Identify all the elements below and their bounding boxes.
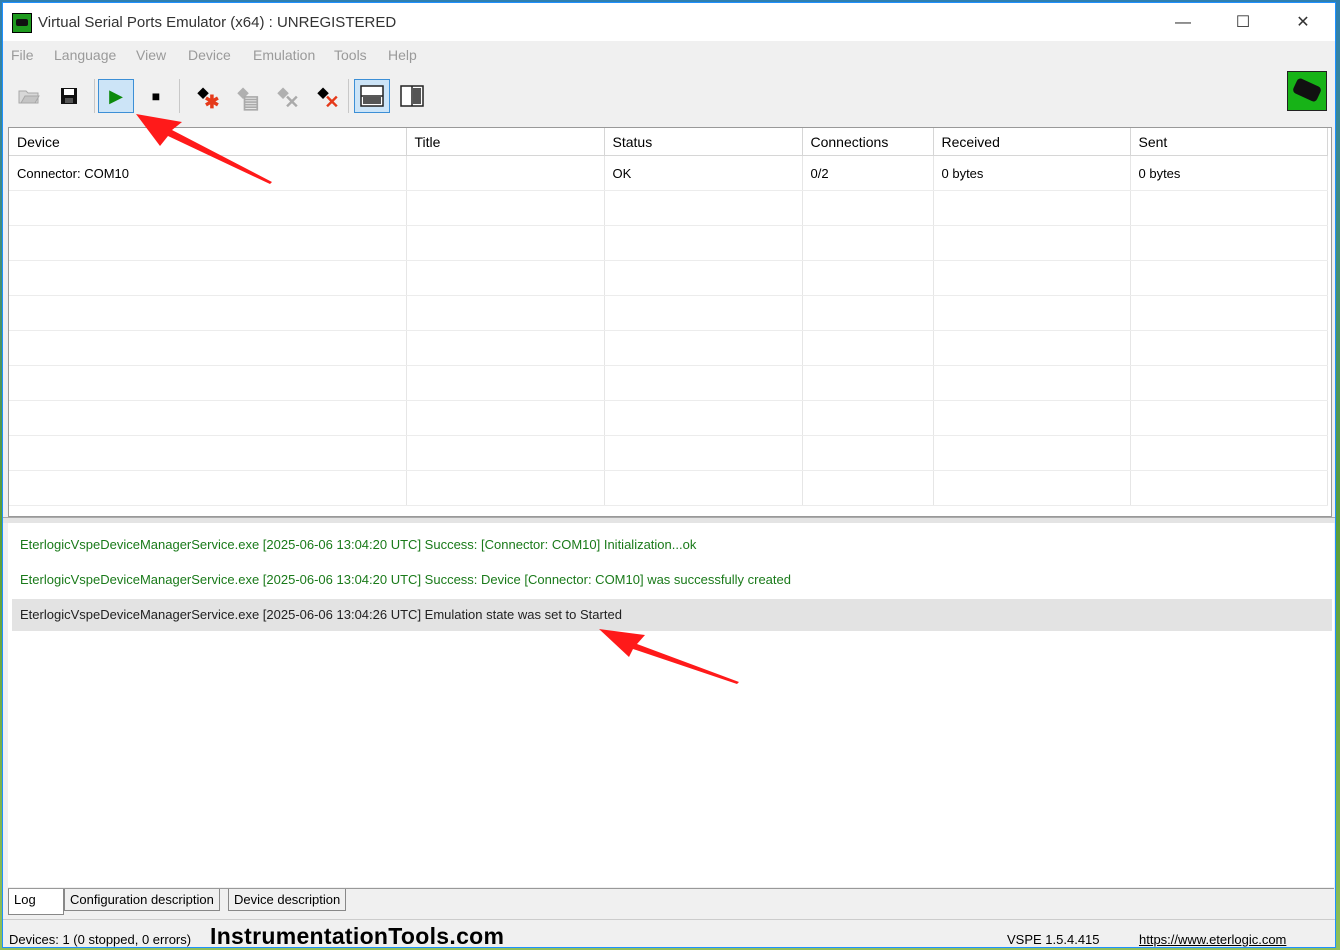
open-icon [18,90,40,104]
bottom-tabs: Log Configuration description Device des… [8,888,1334,915]
delete-all-devices-icon: ⯁ ✕ [316,87,340,112]
delete-all-devices-button[interactable]: ⯁ ✕ [305,79,341,113]
vertical-layout-button[interactable] [394,79,430,113]
column-header-connections[interactable]: Connections [802,128,934,156]
column-header-device[interactable]: Device [9,128,407,156]
cell-status: OK [604,155,803,191]
edit-device-icon: ⯁ ▤ [236,87,260,112]
empty-row [9,295,1328,331]
empty-row [9,400,1328,436]
horizontal-layout-button[interactable] [354,79,390,113]
table-header-row: Device Title Status Connections Received… [9,128,1328,156]
cell-sent: 0 bytes [1130,155,1328,191]
menu-help[interactable]: Help [388,47,417,63]
toolbar-separator [94,79,95,113]
save-icon [61,88,77,104]
log-entry[interactable]: EterlogicVspeDeviceManagerService.exe [2… [12,529,1332,561]
close-button[interactable]: ✕ [1281,11,1325,35]
table-row[interactable]: Connector: COM10 OK 0/2 0 bytes 0 bytes [9,155,1328,191]
menu-emulation[interactable]: Emulation [253,47,315,63]
create-device-button[interactable]: ⯁ ✱ [185,79,221,113]
devices-table: Device Title Status Connections Received… [8,127,1332,517]
website-link[interactable]: https://www.eterlogic.com [1139,932,1286,947]
start-emulation-button[interactable]: ▶ [98,79,134,113]
empty-row [9,225,1328,261]
tab-device-description[interactable]: Device description [228,889,347,911]
stop-icon: ■ [151,88,161,104]
status-bar: Devices: 1 (0 stopped, 0 errors) Instrum… [3,919,1335,949]
empty-row [9,365,1328,401]
log-panel: EterlogicVspeDeviceManagerService.exe [2… [8,523,1334,887]
devices-status: Devices: 1 (0 stopped, 0 errors) [9,932,192,947]
menu-bar: File Language View Device Emulation Tool… [3,41,1335,67]
edit-device-button[interactable]: ⯁ ▤ [225,79,261,113]
version-label: VSPE 1.5.4.415 [1007,932,1100,947]
menu-language[interactable]: Language [54,47,116,63]
horizontal-layout-icon [360,85,384,107]
create-device-icon: ⯁ ✱ [196,87,220,112]
vertical-layout-icon [400,85,424,107]
tab-log[interactable]: Log [8,889,64,915]
empty-row [9,470,1328,506]
menu-device[interactable]: Device [188,47,231,63]
toolbar: ▶ ■ ⯁ ✱ ⯁ ▤ ⯁ ✕ ⯁ ✕ [3,67,1335,123]
save-button[interactable] [51,79,87,113]
menu-view[interactable]: View [136,47,166,63]
column-header-received[interactable]: Received [933,128,1131,156]
toolbar-separator [179,79,180,113]
app-window: Virtual Serial Ports Emulator (x64) : UN… [2,2,1336,949]
window-title: Virtual Serial Ports Emulator (x64) : UN… [38,14,397,31]
empty-row [9,190,1328,226]
log-entry-selected[interactable]: EterlogicVspeDeviceManagerService.exe [2… [12,599,1332,631]
empty-row [9,435,1328,471]
title-bar: Virtual Serial Ports Emulator (x64) : UN… [3,3,1335,41]
stop-emulation-button[interactable]: ■ [138,79,174,113]
vspe-logo-icon [1287,71,1327,111]
menu-file[interactable]: File [11,47,34,63]
cell-received: 0 bytes [933,155,1131,191]
watermark-text: InstrumentationTools.com [210,923,505,949]
minimize-button[interactable]: — [1161,11,1205,35]
remove-device-icon: ⯁ ✕ [276,87,300,112]
open-button[interactable] [11,79,47,113]
column-header-sent[interactable]: Sent [1130,128,1328,156]
column-header-title[interactable]: Title [406,128,605,156]
maximize-button[interactable]: ☐ [1221,11,1265,35]
toolbar-separator [348,79,349,113]
play-icon: ▶ [109,85,123,106]
empty-row [9,260,1328,296]
cell-title [406,155,605,191]
log-entry[interactable]: EterlogicVspeDeviceManagerService.exe [2… [12,564,1332,596]
tab-configuration-description[interactable]: Configuration description [64,889,220,911]
app-icon [12,13,32,33]
remove-device-button[interactable]: ⯁ ✕ [265,79,301,113]
cell-connections: 0/2 [802,155,934,191]
empty-row [9,330,1328,366]
column-header-status[interactable]: Status [604,128,803,156]
menu-tools[interactable]: Tools [334,47,367,63]
cell-device: Connector: COM10 [9,155,407,191]
